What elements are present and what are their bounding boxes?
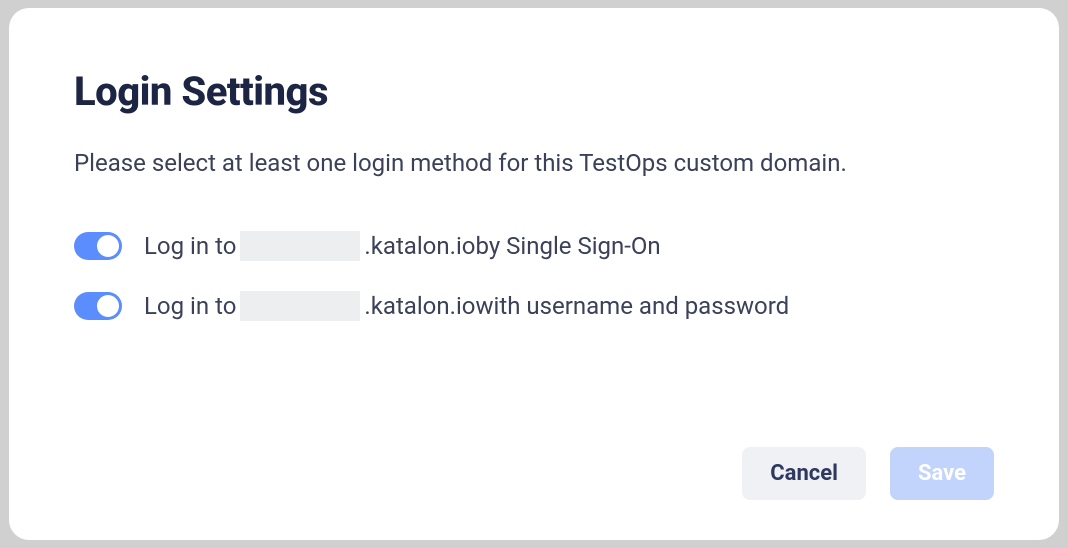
option-password: Log in to .katalon.io with username and … xyxy=(74,291,994,321)
cancel-button[interactable]: Cancel xyxy=(742,447,866,500)
dialog-title: Login Settings xyxy=(74,68,994,115)
redacted-domain xyxy=(240,291,360,321)
toggle-sso[interactable] xyxy=(74,232,122,260)
toggle-password[interactable] xyxy=(74,292,122,320)
option-sso: Log in to .katalon.io by Single Sign-On xyxy=(74,231,994,261)
toggle-knob xyxy=(97,235,119,257)
redacted-domain xyxy=(240,231,360,261)
label-method: by Single Sign-On xyxy=(475,232,660,260)
save-button[interactable]: Save xyxy=(890,447,994,500)
label-domain-suffix: .katalon.io xyxy=(364,232,475,260)
option-password-label: Log in to .katalon.io with username and … xyxy=(144,291,789,321)
label-domain-suffix: .katalon.io xyxy=(364,292,475,320)
toggle-knob xyxy=(97,295,119,317)
label-prefix: Log in to xyxy=(144,232,236,260)
login-settings-dialog: Login Settings Please select at least on… xyxy=(9,8,1059,540)
dialog-buttons: Cancel Save xyxy=(74,417,994,500)
label-prefix: Log in to xyxy=(144,292,236,320)
dialog-description: Please select at least one login method … xyxy=(74,145,994,181)
option-sso-label: Log in to .katalon.io by Single Sign-On xyxy=(144,231,661,261)
label-method: with username and password xyxy=(475,292,789,320)
